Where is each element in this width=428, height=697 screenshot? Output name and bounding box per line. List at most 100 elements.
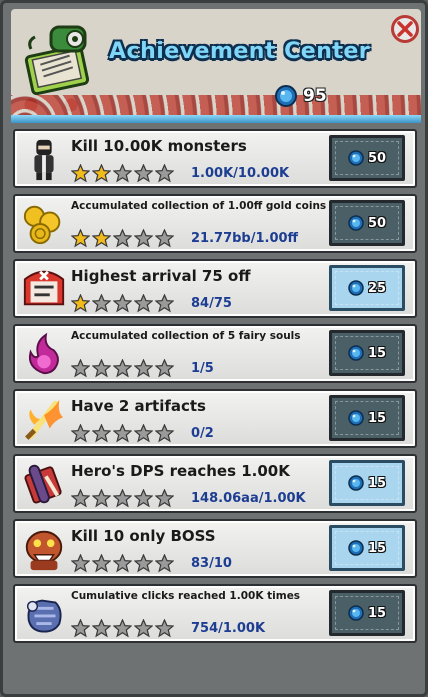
- star-empty-icon: [155, 619, 174, 638]
- star-empty-icon: [113, 359, 132, 378]
- achievement-card: Accumulated collection of 1.00ff gold co…: [13, 194, 417, 253]
- gold-coins-icon: [23, 205, 61, 245]
- star-empty-icon: [113, 619, 132, 638]
- close-button[interactable]: [391, 15, 419, 43]
- star-empty-icon: [113, 229, 132, 248]
- blue-gem-icon: [348, 150, 364, 166]
- star-empty-icon: [134, 489, 153, 508]
- star-empty-icon: [155, 554, 174, 573]
- reward-amount: 25: [367, 280, 387, 296]
- star-empty-icon: [134, 619, 153, 638]
- star-empty-icon: [113, 554, 132, 573]
- star-empty-icon: [134, 229, 153, 248]
- star-rating: [71, 359, 174, 378]
- star-empty-icon: [71, 619, 90, 638]
- star-rating: [71, 489, 174, 508]
- achievement-progress: 1.00K/10.00K: [191, 166, 290, 181]
- blue-gem-icon: [348, 540, 364, 556]
- reward-button[interactable]: 15: [329, 330, 405, 376]
- reward-button[interactable]: 15: [329, 590, 405, 636]
- fire-sword-icon: [25, 399, 64, 440]
- star-rating: [71, 294, 174, 313]
- star-rating: [71, 424, 174, 443]
- achievement-card: Hero's DPS reaches 1.00K 148.06aa/1.00K 15: [13, 454, 417, 513]
- star-empty-icon: [113, 294, 132, 313]
- star-rating: [71, 554, 174, 573]
- achievement-card: Kill 10.00K monsters 1.00K/10.00K 50: [13, 129, 417, 188]
- star-empty-icon: [92, 554, 111, 573]
- star-rating: [71, 164, 174, 183]
- star-empty-icon: [113, 424, 132, 443]
- gem-balance-value: 95: [303, 86, 327, 106]
- achievement-title: Hero's DPS reaches 1.00K: [71, 462, 290, 480]
- reward-button[interactable]: 50: [329, 200, 405, 246]
- achievement-title: Highest arrival 75 off: [71, 267, 251, 285]
- achievement-progress: 21.77bb/1.00ff: [191, 231, 299, 246]
- star-empty-icon: [134, 294, 153, 313]
- page-title: Achievement Center: [109, 39, 371, 64]
- star-empty-icon: [155, 359, 174, 378]
- achievement-card: Accumulated collection of 5 fairy souls 1…: [13, 324, 417, 383]
- star-empty-icon: [92, 359, 111, 378]
- achievement-title: Kill 10.00K monsters: [71, 137, 247, 155]
- blue-gem-icon: [348, 215, 364, 231]
- achievement-title: Accumulated collection of 1.00ff gold co…: [71, 200, 327, 212]
- star-empty-icon: [71, 489, 90, 508]
- reward-amount: 50: [367, 215, 387, 231]
- star-rating: [71, 229, 174, 248]
- star-rating: [71, 619, 174, 638]
- claim-reward-button[interactable]: 25: [329, 265, 405, 311]
- star-empty-icon: [155, 164, 174, 183]
- reward-amount: 15: [367, 605, 387, 621]
- star-empty-icon: [113, 489, 132, 508]
- claim-reward-button[interactable]: 15: [329, 525, 405, 571]
- star-empty-icon: [92, 489, 111, 508]
- achievement-progress: 1/5: [191, 361, 214, 376]
- reward-amount: 15: [367, 345, 387, 361]
- reward-button[interactable]: 50: [329, 135, 405, 181]
- achievement-progress: 84/75: [191, 296, 232, 311]
- reward-amount: 50: [367, 150, 387, 166]
- achievement-list: Kill 10.00K monsters 1.00K/10.00K 50 Accumu…: [13, 129, 421, 649]
- scroll-icon: [24, 464, 62, 504]
- star-empty-icon: [71, 554, 90, 573]
- star-empty-icon: [155, 489, 174, 508]
- achievement-card: Kill 10 only BOSS 83/10 15: [13, 519, 417, 578]
- star-filled-icon: [71, 229, 90, 248]
- close-x-icon: [397, 21, 413, 37]
- star-filled-icon: [71, 164, 90, 183]
- reward-amount: 15: [367, 540, 387, 556]
- star-empty-icon: [71, 424, 90, 443]
- star-empty-icon: [155, 229, 174, 248]
- star-empty-icon: [92, 294, 111, 313]
- reward-button[interactable]: 15: [329, 395, 405, 441]
- star-empty-icon: [134, 164, 153, 183]
- star-empty-icon: [71, 359, 90, 378]
- star-empty-icon: [155, 424, 174, 443]
- star-filled-icon: [92, 229, 111, 248]
- achievement-panel: Achievement Center 95 Kill 10.00K monste…: [0, 0, 428, 697]
- claim-reward-button[interactable]: 15: [329, 460, 405, 506]
- blue-gem-icon: [275, 85, 297, 107]
- blue-gem-icon: [348, 345, 364, 361]
- achievement-card: Highest arrival 75 off 84/75 25: [13, 259, 417, 318]
- blue-gem-icon: [348, 605, 364, 621]
- reward-amount: 15: [367, 475, 387, 491]
- star-empty-icon: [92, 619, 111, 638]
- blue-gem-icon: [348, 280, 364, 296]
- achievement-progress: 83/10: [191, 556, 232, 571]
- star-filled-icon: [92, 164, 111, 183]
- star-filled-icon: [71, 294, 90, 313]
- star-empty-icon: [134, 424, 153, 443]
- achievement-progress: 754/1.00K: [191, 621, 266, 636]
- reward-amount: 15: [367, 410, 387, 426]
- star-empty-icon: [155, 294, 174, 313]
- scroll-book-icon: [24, 25, 90, 96]
- boss-monster-icon: [25, 530, 63, 571]
- gem-balance: 95: [275, 85, 327, 107]
- ninja-icon: [34, 139, 54, 181]
- achievement-card: Cumulative clicks reached 1.00K times 754…: [13, 584, 417, 643]
- star-empty-icon: [113, 164, 132, 183]
- red-hood-icon: [23, 270, 65, 306]
- achievement-progress: 0/2: [191, 426, 214, 441]
